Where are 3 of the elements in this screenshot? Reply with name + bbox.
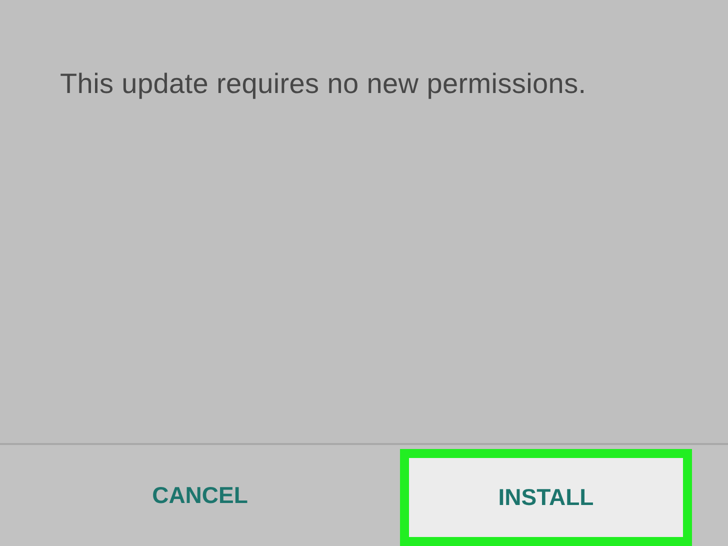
dialog-message: This update requires no new permissions.	[59, 67, 588, 101]
text-button[interactable]: CANCEL	[132, 472, 268, 519]
highlighted-button[interactable]: INSTALL	[400, 449, 692, 546]
